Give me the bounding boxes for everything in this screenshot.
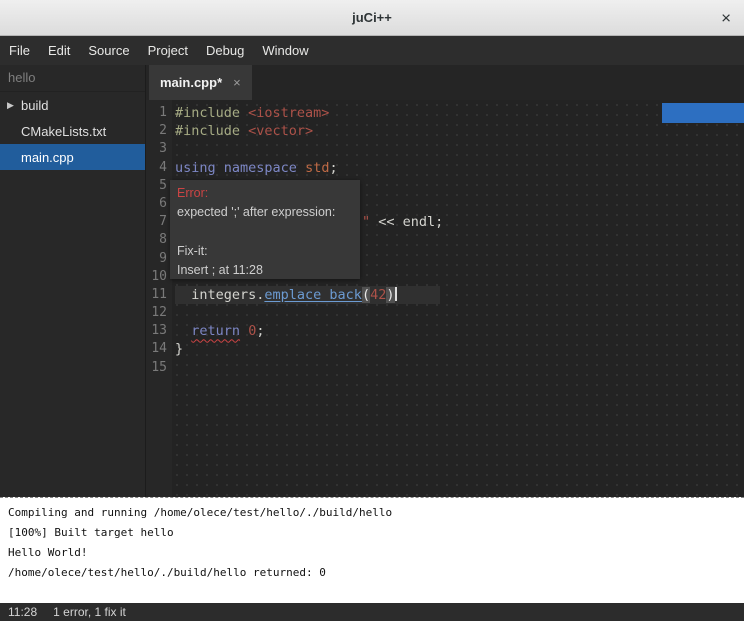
tab-close-icon[interactable]: × <box>233 75 241 90</box>
terminal-line: [100%] Built target hello <box>8 523 744 543</box>
diagnostics-summary: 1 error, 1 fix it <box>53 605 126 619</box>
line-number: 1 <box>146 104 172 122</box>
code-line-4: using namespace std; <box>175 159 744 177</box>
file-tree-panel: hello ▶build CMakeLists.txt main.cpp <box>0 65 146 497</box>
code-token: emplace_back <box>264 287 362 303</box>
tree-item-label: main.cpp <box>21 150 74 165</box>
code-line-2: #include <vector> <box>175 122 744 140</box>
line-number: 3 <box>146 140 172 158</box>
code-line-3 <box>175 140 744 158</box>
tab-main-cpp-[interactable]: main.cpp* × <box>149 65 252 100</box>
code-editor[interactable]: 123456789101112131415 #include <iostream… <box>146 100 744 497</box>
menu-item-source[interactable]: Source <box>79 38 138 63</box>
line-number: 5 <box>146 177 172 195</box>
line-number: 7 <box>146 213 172 231</box>
close-window-icon[interactable]: × <box>721 9 731 26</box>
code-token: std <box>305 160 329 176</box>
line-number: 12 <box>146 304 172 322</box>
title-bar: juCi++ × <box>0 0 744 36</box>
code-line-12 <box>175 304 744 322</box>
tooltip-line: Fix-it: <box>177 242 353 261</box>
window-title: juCi++ <box>352 10 392 25</box>
file-tree: ▶build CMakeLists.txt main.cpp <box>0 92 145 170</box>
code-token: return <box>191 323 240 339</box>
code-line-15 <box>175 359 744 377</box>
code-token: ( <box>362 287 370 303</box>
tree-item-label: build <box>21 98 48 113</box>
code-line-14: } <box>175 340 744 358</box>
cursor-position: 11:28 <box>8 605 37 619</box>
tree-item-build[interactable]: ▶build <box>0 92 145 118</box>
diagnostic-tooltip: Error:expected ';' after expression: Fix… <box>170 180 360 279</box>
line-number-gutter: 123456789101112131415 <box>146 100 172 497</box>
tab-bar: main.cpp* × <box>146 65 744 100</box>
code-token: } <box>175 341 183 357</box>
code-line-13: return 0; <box>175 322 744 340</box>
code-token: <vector> <box>248 123 313 139</box>
terminal-line: Compiling and running /home/olece/test/h… <box>8 503 744 523</box>
line-number: 9 <box>146 250 172 268</box>
scroll-overview-highlight[interactable] <box>662 103 744 123</box>
tooltip-line: Error: <box>177 184 353 203</box>
line-number: 4 <box>146 159 172 177</box>
menu-bar: FileEditSourceProjectDebugWindow <box>0 36 744 65</box>
expander-icon[interactable]: ▶ <box>7 100 21 111</box>
code-token: <iostream> <box>248 105 329 121</box>
code-token: ; <box>256 323 264 339</box>
code-token <box>240 323 248 339</box>
line-number: 13 <box>146 322 172 340</box>
line-number: 8 <box>146 231 172 249</box>
terminal-line: Hello World! <box>8 543 744 563</box>
terminal-line: /home/olece/test/hello/./build/hello ret… <box>8 563 744 583</box>
tooltip-line <box>177 222 353 241</box>
tooltip-line: expected ';' after expression: <box>177 203 353 222</box>
tree-item-cmakelists-txt[interactable]: CMakeLists.txt <box>0 118 145 144</box>
menu-item-debug[interactable]: Debug <box>197 38 253 63</box>
code-token <box>297 160 305 176</box>
menu-item-window[interactable]: Window <box>253 38 317 63</box>
tree-item-label: CMakeLists.txt <box>21 124 106 139</box>
code-token <box>175 323 191 339</box>
code-token: ; <box>329 160 337 176</box>
line-number: 10 <box>146 268 172 286</box>
code-token: #include <box>175 105 248 121</box>
menu-item-file[interactable]: File <box>0 38 39 63</box>
code-area[interactable]: #include <iostream>#include <vector> usin… <box>172 100 744 497</box>
text-cursor <box>395 287 397 301</box>
line-number: 14 <box>146 340 172 358</box>
project-name: hello <box>0 65 145 92</box>
tooltip-line: Insert ; at 11:28 <box>177 261 353 279</box>
code-line-1: #include <iostream> <box>175 104 744 122</box>
menu-item-project[interactable]: Project <box>139 38 197 63</box>
code-line-11: integers.emplace_back(42) <box>175 286 744 304</box>
code-token: #include <box>175 123 248 139</box>
tree-item-main-cpp[interactable]: main.cpp <box>0 144 145 170</box>
code-token: 42 <box>370 287 386 303</box>
code-token: using namespace <box>175 160 297 176</box>
code-token: ) <box>386 287 394 303</box>
line-number: 11 <box>146 286 172 304</box>
line-number: 6 <box>146 195 172 213</box>
terminal-output[interactable]: Compiling and running /home/olece/test/h… <box>0 497 744 603</box>
code-token: integers. <box>175 287 264 303</box>
code-token: << endl; <box>370 214 443 230</box>
status-bar: 11:28 1 error, 1 fix it <box>0 603 744 621</box>
line-number: 2 <box>146 122 172 140</box>
line-number: 15 <box>146 359 172 377</box>
menu-item-edit[interactable]: Edit <box>39 38 79 63</box>
tab-label: main.cpp* <box>160 75 222 90</box>
